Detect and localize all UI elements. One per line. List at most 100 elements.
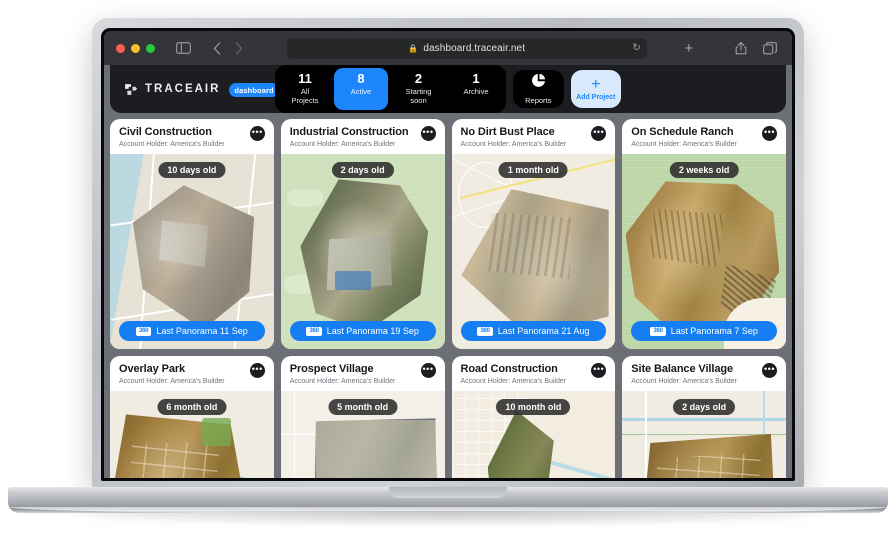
card-header: Overlay Park Account Holder: America's B… bbox=[110, 356, 274, 391]
browser-toolbar: 🔒 dashboard.traceair.net ↻ + bbox=[104, 31, 792, 65]
laptop-mockup: 🔒 dashboard.traceair.net ↻ + TRACEAIR da… bbox=[0, 0, 896, 540]
last-panorama-button[interactable]: 360 Last Panorama 19 Sep bbox=[289, 321, 436, 341]
project-title: Road Construction bbox=[460, 363, 558, 375]
last-panorama-button[interactable]: 360 Last Panorama 21 Aug bbox=[460, 321, 607, 341]
panorama-360-icon: 360 bbox=[650, 326, 666, 336]
project-title: Civil Construction bbox=[119, 126, 212, 138]
brand-badge: dashboard bbox=[229, 83, 279, 97]
card-header: Prospect Village Account Holder: America… bbox=[281, 356, 445, 391]
show-tabs-icon[interactable] bbox=[760, 38, 780, 58]
all-projects-label: All Projects bbox=[291, 87, 319, 106]
project-account-holder: Account Holder: America's Builder bbox=[631, 140, 737, 148]
project-thumbnail[interactable]: 10 month old bbox=[451, 391, 616, 478]
card-header: Site Balance Village Account Holder: Ame… bbox=[622, 356, 786, 391]
project-thumbnail[interactable]: 1 month old 360 Last Panorama 21 Aug bbox=[451, 154, 616, 349]
filter-active[interactable]: 8 Active bbox=[334, 67, 388, 111]
project-card[interactable]: On Schedule Ranch Account Holder: Americ… bbox=[622, 119, 786, 349]
window-traffic-lights[interactable] bbox=[116, 43, 155, 53]
project-card[interactable]: Site Balance Village Account Holder: Ame… bbox=[622, 356, 786, 478]
filter-all-projects[interactable]: 11 All Projects bbox=[278, 68, 332, 111]
card-menu-icon[interactable]: ••• bbox=[591, 126, 607, 141]
project-account-holder: Account Holder: America's Builder bbox=[460, 377, 567, 385]
card-menu-icon[interactable]: ••• bbox=[420, 126, 436, 141]
reload-icon[interactable]: ↻ bbox=[632, 43, 640, 54]
project-title: Overlay Park bbox=[119, 363, 186, 375]
brand-name: TRACEAIR bbox=[145, 83, 221, 95]
project-thumbnail[interactable]: 2 weeks old 360 Last Panorama 7 Sep bbox=[622, 154, 786, 349]
project-filter-group: 11 All Projects 8 Active 2 Starting soon bbox=[275, 65, 507, 114]
sidebar-toggle-icon[interactable] bbox=[173, 38, 193, 58]
back-icon[interactable] bbox=[207, 38, 227, 58]
project-age-badge: 6 month old bbox=[157, 399, 227, 416]
minimize-window-icon[interactable] bbox=[131, 43, 140, 53]
brand[interactable]: TRACEAIR dashboard bbox=[124, 81, 279, 97]
share-icon[interactable] bbox=[731, 38, 751, 58]
filter-archive[interactable]: 1 Archive bbox=[449, 68, 503, 111]
last-panorama-button[interactable]: 360 Last Panorama 7 Sep bbox=[631, 321, 777, 341]
laptop-shadow bbox=[40, 511, 856, 527]
project-card[interactable]: Prospect Village Account Holder: America… bbox=[280, 356, 445, 478]
project-title: On Schedule Ranch bbox=[631, 126, 734, 138]
last-panorama-label: Last Panorama 7 Sep bbox=[670, 326, 758, 336]
project-account-holder: Account Holder: America's Builder bbox=[631, 377, 737, 385]
app-header: TRACEAIR dashboard 11 All Projects 8 Act… bbox=[110, 65, 786, 114]
header-stats: 11 All Projects 8 Active 2 Starting soon bbox=[275, 65, 622, 114]
project-account-holder: Account Holder: America's Builder bbox=[289, 140, 396, 148]
card-header: Road Construction Account Holder: Americ… bbox=[452, 356, 616, 391]
last-panorama-label: Last Panorama 21 Aug bbox=[497, 326, 590, 336]
card-menu-icon[interactable]: ••• bbox=[762, 126, 777, 141]
project-card[interactable]: Overlay Park Account Holder: America's B… bbox=[110, 356, 274, 478]
project-card[interactable]: Industrial Construction Account Holder: … bbox=[280, 119, 445, 349]
project-card[interactable]: Road Construction Account Holder: Americ… bbox=[451, 356, 616, 478]
laptop-lid: 🔒 dashboard.traceair.net ↻ + TRACEAIR da… bbox=[92, 18, 804, 490]
new-tab-icon[interactable]: + bbox=[684, 41, 693, 56]
address-bar[interactable]: 🔒 dashboard.traceair.net ↻ bbox=[286, 37, 647, 59]
plus-icon: + bbox=[591, 76, 601, 93]
filter-starting-soon[interactable]: 2 Starting soon bbox=[390, 68, 447, 111]
card-menu-icon[interactable]: ••• bbox=[591, 363, 607, 378]
panorama-360-icon: 360 bbox=[135, 326, 152, 336]
forward-icon[interactable] bbox=[229, 38, 249, 58]
card-menu-icon[interactable]: ••• bbox=[420, 363, 436, 378]
project-title: Site Balance Village bbox=[631, 363, 733, 375]
project-thumbnail[interactable]: 2 days old 360 Last Panorama 19 Sep bbox=[280, 154, 445, 349]
project-card[interactable]: Civil Construction Account Holder: Ameri… bbox=[110, 119, 274, 349]
archive-count: 1 bbox=[472, 70, 480, 86]
reports-label: Reports bbox=[525, 96, 552, 105]
project-account-holder: Account Holder: America's Builder bbox=[289, 377, 396, 385]
browser-right-actions bbox=[731, 38, 780, 58]
url-text: dashboard.traceair.net bbox=[423, 42, 526, 54]
project-title: Prospect Village bbox=[289, 363, 374, 375]
card-header: Industrial Construction Account Holder: … bbox=[281, 119, 445, 154]
nav-arrows[interactable] bbox=[207, 38, 249, 58]
project-account-holder: Account Holder: America's Builder bbox=[119, 377, 225, 385]
project-thumbnail[interactable]: 5 month old bbox=[280, 391, 445, 478]
add-project-button[interactable]: + Add Project bbox=[570, 70, 622, 108]
traceair-dashboard-app: TRACEAIR dashboard 11 All Projects 8 Act… bbox=[104, 65, 792, 478]
projects-scroll-area[interactable]: Civil Construction Account Holder: Ameri… bbox=[104, 113, 792, 478]
panorama-360-icon: 360 bbox=[477, 326, 493, 336]
card-header: Civil Construction Account Holder: Ameri… bbox=[110, 119, 274, 154]
project-thumbnail[interactable]: 6 month old bbox=[110, 391, 274, 478]
project-thumbnail[interactable]: 2 days old bbox=[622, 391, 786, 478]
reports-button[interactable]: Reports bbox=[513, 70, 564, 108]
card-menu-icon[interactable]: ••• bbox=[762, 363, 777, 378]
traceair-logo-icon bbox=[124, 82, 139, 97]
project-age-badge: 2 days old bbox=[331, 162, 394, 179]
card-header: No Dirt Bust Place Account Holder: Ameri… bbox=[452, 119, 616, 154]
screen: 🔒 dashboard.traceair.net ↻ + TRACEAIR da… bbox=[104, 31, 792, 478]
active-count: 8 bbox=[357, 70, 365, 86]
close-window-icon[interactable] bbox=[116, 43, 125, 53]
maximize-window-icon[interactable] bbox=[146, 43, 155, 53]
last-panorama-button[interactable]: 360 Last Panorama 11 Sep bbox=[119, 321, 265, 341]
active-label: Active bbox=[350, 87, 372, 97]
starting-soon-count: 2 bbox=[414, 70, 423, 86]
projects-grid: Civil Construction Account Holder: Ameri… bbox=[110, 119, 786, 478]
project-title: No Dirt Bust Place bbox=[460, 126, 555, 138]
panorama-360-icon: 360 bbox=[306, 326, 322, 336]
last-panorama-label: Last Panorama 19 Sep bbox=[326, 326, 419, 336]
card-menu-icon[interactable]: ••• bbox=[249, 126, 265, 141]
card-menu-icon[interactable]: ••• bbox=[249, 363, 265, 378]
project-thumbnail[interactable]: 10 days old 360 Last Panorama 11 Sep bbox=[110, 154, 274, 349]
project-card[interactable]: No Dirt Bust Place Account Holder: Ameri… bbox=[451, 119, 616, 349]
